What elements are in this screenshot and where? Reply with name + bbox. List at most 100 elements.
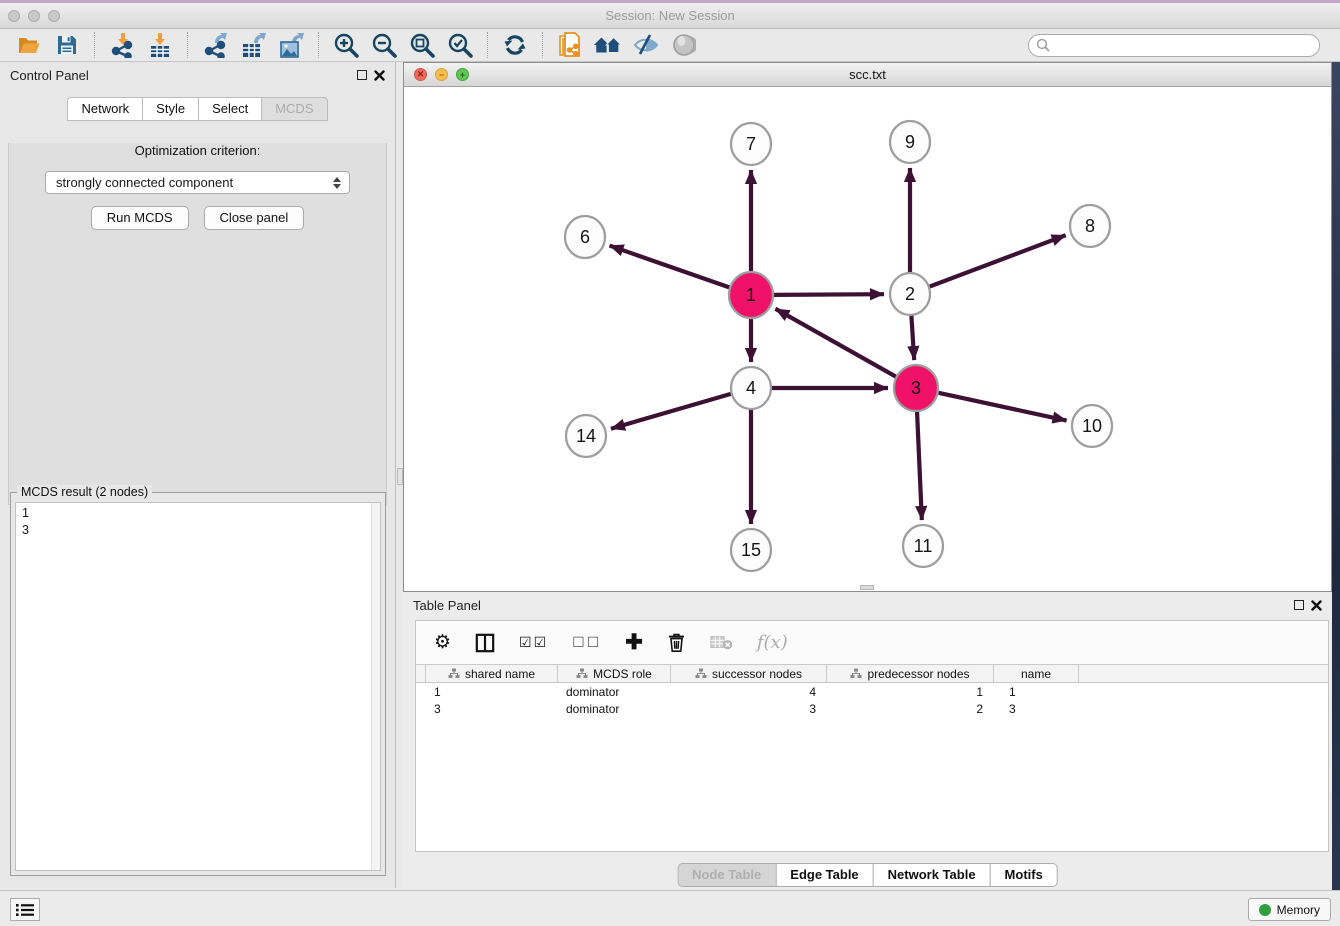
- float-panel-icon[interactable]: [1294, 600, 1304, 610]
- toolbar-separator: [94, 32, 95, 58]
- open-folder-icon: [16, 33, 42, 57]
- tab-style[interactable]: Style: [143, 97, 199, 121]
- export-network-button[interactable]: [200, 31, 230, 59]
- tab-mcds[interactable]: MCDS: [262, 97, 327, 121]
- graph-node-label: 1: [746, 285, 756, 305]
- column-header-successor-nodes[interactable]: successor nodes: [671, 665, 827, 682]
- columns-icon: [475, 633, 495, 653]
- search-field[interactable]: [1028, 34, 1320, 57]
- network-window-titlebar[interactable]: ✕ − + scc.txt: [404, 63, 1331, 87]
- cell-predecessor-nodes: 1: [829, 685, 996, 699]
- column-header-predecessor-nodes[interactable]: predecessor nodes: [827, 665, 994, 682]
- main-toolbar: [0, 29, 1340, 62]
- zoom-fit-button[interactable]: [407, 31, 437, 59]
- tab-network-table[interactable]: Network Table: [873, 864, 990, 886]
- search-input[interactable]: [1054, 38, 1304, 52]
- create-column-button[interactable]: ✚: [625, 630, 643, 655]
- hide-graphics-details-button[interactable]: [631, 31, 661, 59]
- export-image-button[interactable]: [276, 31, 306, 59]
- task-history-button[interactable]: [10, 898, 40, 921]
- graph-node-label: 14: [576, 426, 596, 446]
- deselect-all-rows-button[interactable]: ☐☐: [572, 634, 601, 651]
- level-of-detail-button[interactable]: [669, 31, 699, 59]
- graph-node-label: 4: [746, 378, 756, 398]
- select-all-rows-button[interactable]: ☑☑: [519, 634, 548, 651]
- graph-node-10[interactable]: 10: [1072, 405, 1112, 447]
- mcds-home-button[interactable]: [593, 31, 623, 59]
- table-row[interactable]: 1 dominator 4 1 1: [416, 683, 1328, 700]
- cell-shared-name: 1: [428, 685, 560, 699]
- optimization-criterion-select[interactable]: strongly connected component: [45, 171, 350, 194]
- export-table-button[interactable]: [238, 31, 268, 59]
- table-row[interactable]: 3 dominator 3 2 3: [416, 700, 1328, 717]
- graph-edge-3-10[interactable]: [938, 393, 1066, 421]
- graph-edge-4-14[interactable]: [611, 394, 731, 429]
- close-panel-button[interactable]: Close panel: [204, 206, 305, 230]
- graph-node-1[interactable]: 1: [729, 272, 773, 318]
- tab-motifs[interactable]: Motifs: [990, 864, 1057, 886]
- apply-function-button[interactable]: f(x): [757, 632, 788, 653]
- mcds-result-title: MCDS result (2 nodes): [17, 485, 152, 499]
- memory-status-icon: [1259, 904, 1271, 916]
- graph-edge-1-6[interactable]: [610, 246, 730, 288]
- tab-network[interactable]: Network: [67, 97, 143, 121]
- zoom-in-button[interactable]: [331, 31, 361, 59]
- refresh-view-button[interactable]: [500, 31, 530, 59]
- result-scrollbar[interactable]: [371, 503, 380, 870]
- graph-node-2[interactable]: 2: [890, 273, 930, 315]
- graph-node-15[interactable]: 15: [731, 529, 771, 571]
- column-header-shared-name[interactable]: shared name: [426, 665, 558, 682]
- save-session-button[interactable]: [52, 31, 82, 59]
- graph-node-6[interactable]: 6: [565, 216, 605, 258]
- toolbar-separator: [487, 32, 488, 58]
- graph-edge-3-11[interactable]: [917, 411, 922, 520]
- graph-edge-2-8[interactable]: [930, 235, 1066, 286]
- close-panel-icon[interactable]: [1311, 600, 1322, 611]
- cell-successor-nodes: 4: [673, 685, 829, 699]
- clone-network-button[interactable]: [555, 31, 585, 59]
- tab-node-table[interactable]: Node Table: [678, 864, 775, 886]
- graph-edge-2-3[interactable]: [911, 315, 914, 360]
- tab-select[interactable]: Select: [199, 97, 262, 121]
- save-floppy-icon: [55, 33, 79, 57]
- import-network-button[interactable]: [107, 31, 137, 59]
- network-canvas[interactable]: 7 9 6 8 1 2 4 3 14 10 15 11: [404, 87, 1331, 590]
- graph-node-11[interactable]: 11: [903, 525, 943, 567]
- tree-icon: [850, 668, 862, 679]
- graph-edge-1-2[interactable]: [774, 294, 884, 295]
- tab-edge-table[interactable]: Edge Table: [775, 864, 872, 886]
- import-table-button[interactable]: [145, 31, 175, 59]
- graph-node-14[interactable]: 14: [566, 415, 606, 457]
- graph-edge-3-1[interactable]: [775, 309, 896, 377]
- graph-node-4[interactable]: 4: [731, 367, 771, 409]
- run-mcds-button[interactable]: Run MCDS: [91, 206, 189, 230]
- column-header-mcds-role[interactable]: MCDS role: [558, 665, 671, 682]
- delete-table-button[interactable]: [710, 634, 733, 651]
- graph-node-9[interactable]: 9: [890, 121, 930, 163]
- delete-column-button[interactable]: [667, 632, 686, 653]
- cell-mcds-role: dominator: [560, 685, 673, 699]
- graph-node-label: 3: [911, 378, 921, 398]
- optimization-criterion-label: Optimization criterion:: [9, 143, 386, 158]
- graph-node-3[interactable]: 3: [894, 365, 938, 411]
- network-graph[interactable]: 7 9 6 8 1 2 4 3 14 10 15 11: [404, 87, 1331, 590]
- cell-mcds-role: dominator: [560, 702, 673, 716]
- float-panel-icon[interactable]: [357, 70, 367, 80]
- column-header-name[interactable]: name: [994, 665, 1079, 682]
- close-panel-icon[interactable]: [374, 70, 385, 81]
- open-session-button[interactable]: [14, 31, 44, 59]
- zoom-selected-button[interactable]: [445, 31, 475, 59]
- memory-button[interactable]: Memory: [1248, 898, 1331, 921]
- graph-node-7[interactable]: 7: [731, 123, 771, 165]
- show-columns-button[interactable]: [475, 633, 495, 653]
- homes-icon: [593, 33, 623, 57]
- graph-node-8[interactable]: 8: [1070, 205, 1110, 247]
- mcds-result-textarea[interactable]: 1 3: [15, 502, 381, 871]
- zoom-out-button[interactable]: [369, 31, 399, 59]
- horizontal-splitter-handle[interactable]: [860, 585, 874, 590]
- zoom-in-icon: [333, 32, 360, 59]
- control-panel: Control Panel Network Style Select MCDS …: [0, 62, 396, 888]
- dropdown-stepper-icon: [333, 177, 343, 189]
- table-settings-button[interactable]: ⚙: [434, 631, 451, 654]
- refresh-icon: [502, 32, 528, 58]
